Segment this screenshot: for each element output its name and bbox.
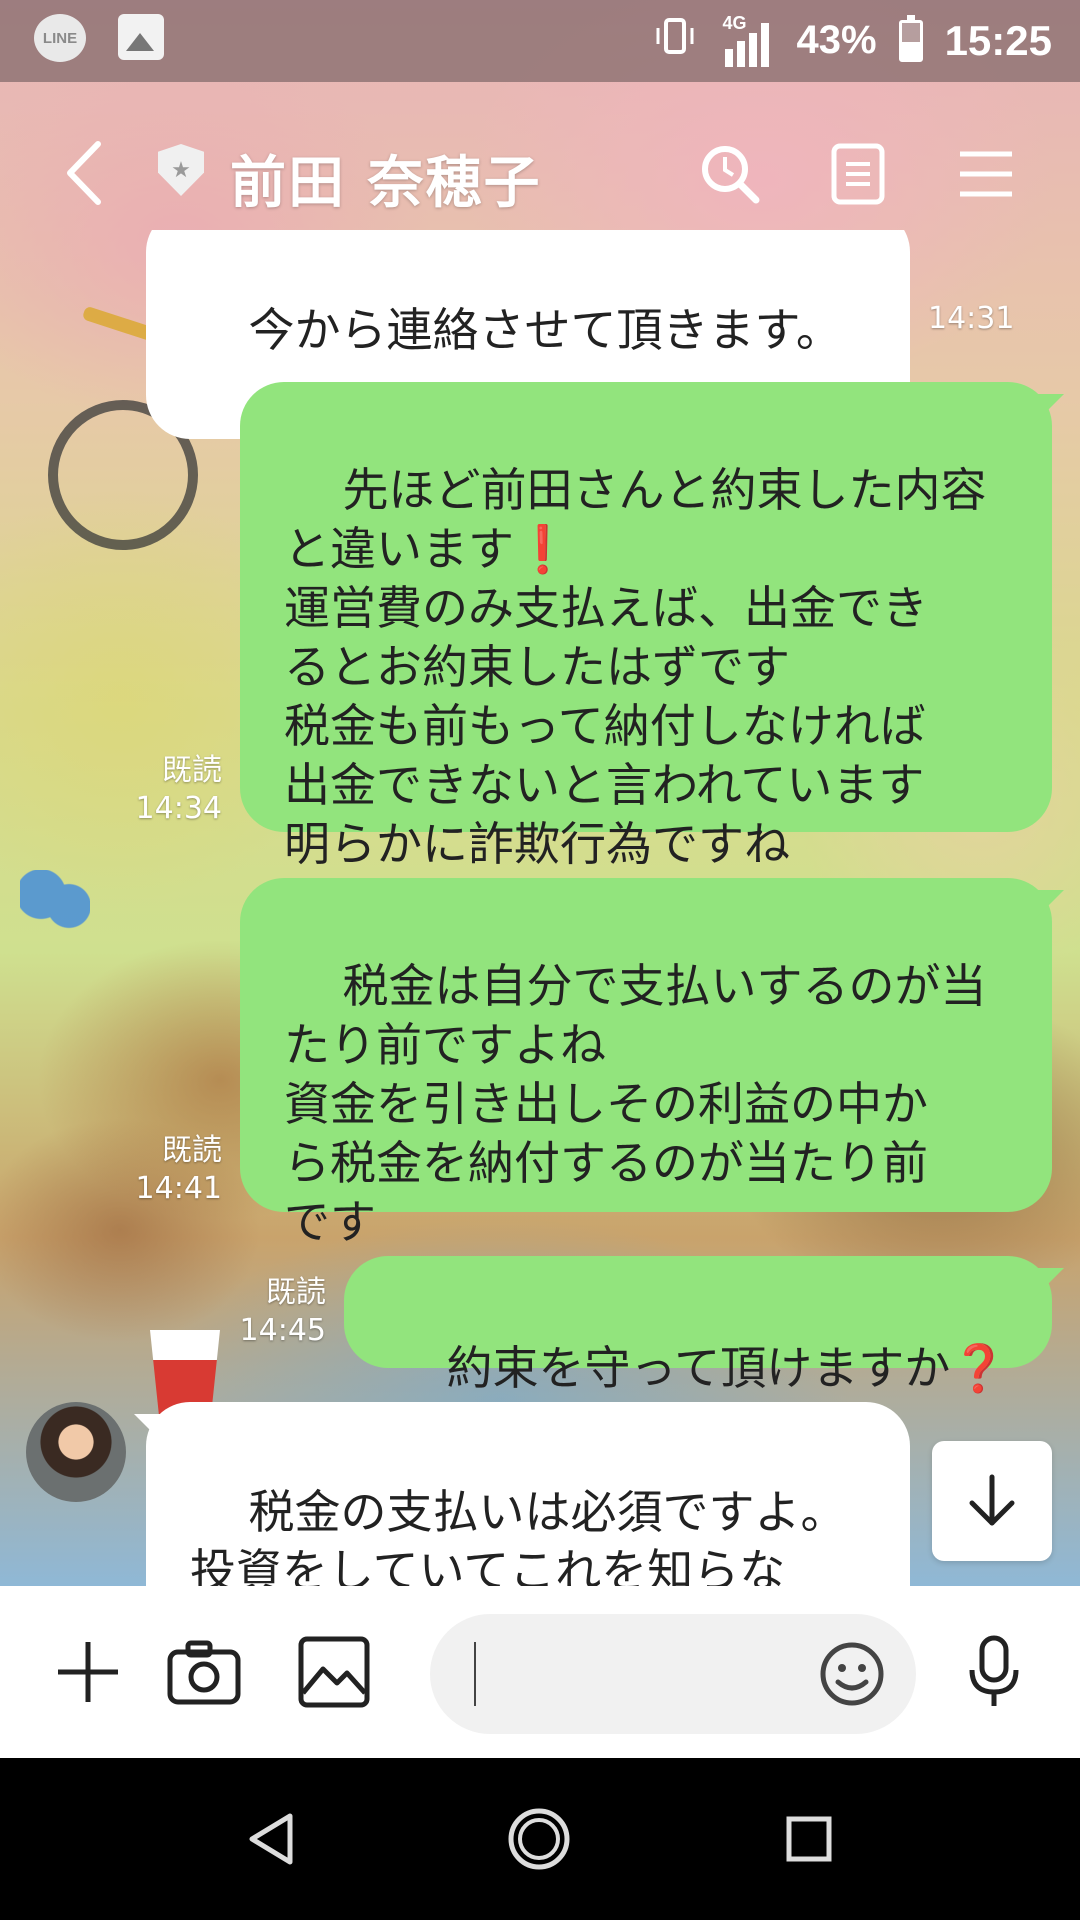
read-label: 既読	[162, 1133, 222, 1168]
line-badge-text: LINE	[42, 29, 78, 47]
back-button[interactable]	[60, 138, 110, 219]
voice-button[interactable]	[952, 1630, 1036, 1714]
battery-percent: 43%	[796, 18, 877, 62]
gallery-notification-icon	[118, 14, 164, 60]
notification-icons: LINE	[34, 14, 164, 62]
signal-icon: 4G	[719, 13, 775, 67]
chat-header: ★ 前田 奈穂子	[0, 120, 1080, 230]
message-text: 税金の支払いは必須ですよ。 投資をしていてこれを知らな いのですか？詐欺だと言う…	[190, 1485, 847, 1586]
message-text: 今から連絡させて頂きます。	[248, 303, 842, 357]
search-icon	[702, 146, 760, 204]
nav-back-icon	[249, 1813, 293, 1865]
message-bubble-incoming[interactable]: 税金の支払いは必須ですよ。 投資をしていてこれを知らな いのですか？詐欺だと言う…	[146, 1402, 910, 1586]
camera-icon	[167, 1640, 241, 1705]
message-time: 14:45	[239, 1313, 326, 1348]
nav-home-icon	[508, 1808, 570, 1870]
add-button[interactable]	[46, 1630, 130, 1714]
message-read-status: 既読 14:45	[214, 1274, 326, 1350]
nav-home-button[interactable]	[504, 1804, 574, 1874]
microphone-icon	[969, 1635, 1019, 1706]
shield-star-icon: ★	[158, 144, 204, 196]
chevron-left-icon	[67, 141, 101, 205]
message-input-bar	[0, 1586, 1080, 1758]
message-bubble-outgoing[interactable]: 先ほど前田さんと約束した内容 と違います❗ 運営費のみ支払えば、出金でき るとお…	[240, 382, 1052, 871]
status-bar: LINE 4G 43% 15:25	[0, 0, 1080, 82]
image-icon	[298, 1636, 370, 1708]
emoji-button[interactable]	[818, 1640, 886, 1708]
plus-icon	[58, 1642, 118, 1702]
notes-icon	[831, 143, 885, 205]
message-text: 先ほど前田さんと約束した内容 と違います❗ 運営費のみ支払えば、出金でき るとお…	[284, 463, 987, 871]
menu-button[interactable]	[954, 142, 1018, 206]
nav-back-button[interactable]	[236, 1804, 306, 1874]
message-time: 14:41	[135, 1171, 222, 1206]
nav-recents-button[interactable]	[774, 1804, 844, 1874]
message-text: 税金は自分で支払いするのが当 たり前ですよね 資金を引き出しその利益の中か ら税…	[284, 959, 987, 1249]
message-time: 14:34	[135, 791, 222, 826]
vibrate-icon	[653, 14, 697, 67]
camera-button[interactable]	[162, 1630, 246, 1714]
message-input[interactable]	[474, 1642, 814, 1706]
message-text: 約束を守って頂けますか❓	[446, 1341, 1008, 1395]
notes-button[interactable]	[826, 142, 890, 206]
message-bubble-outgoing[interactable]: 税金は自分で支払いするのが当 たり前ですよね 資金を引き出しその利益の中か ら税…	[240, 878, 1052, 1249]
chat-title: 前田 奈穂子	[230, 151, 542, 216]
system-status: 4G 43% 15:25	[653, 13, 1052, 67]
message-bubble-outgoing[interactable]: 約束を守って頂けますか❓	[344, 1256, 1052, 1395]
status-clock: 15:25	[944, 16, 1052, 64]
scroll-to-bottom-button[interactable]	[932, 1441, 1052, 1561]
arrow-down-icon	[969, 1474, 1015, 1526]
menu-icon	[960, 151, 1012, 197]
message-read-status: 既読 14:41	[110, 1132, 222, 1208]
line-notification-icon: LINE	[34, 14, 86, 62]
read-label: 既読	[162, 753, 222, 788]
image-button[interactable]	[292, 1630, 376, 1714]
nav-recents-icon	[786, 1816, 832, 1862]
message-time: 14:31	[928, 301, 1015, 336]
emoji-icon	[820, 1642, 884, 1706]
battery-icon	[898, 14, 923, 62]
read-label: 既読	[266, 1275, 326, 1310]
system-navigation-bar	[0, 1758, 1080, 1920]
message-field[interactable]	[430, 1614, 916, 1734]
message-read-status: 既読 14:34	[110, 752, 222, 828]
message-list[interactable]: 今から連絡させて頂きます。 14:31 既読 14:34 先ほど前田さんと約束し…	[0, 230, 1080, 1586]
search-button[interactable]	[698, 142, 762, 206]
contact-avatar[interactable]	[26, 1402, 126, 1502]
